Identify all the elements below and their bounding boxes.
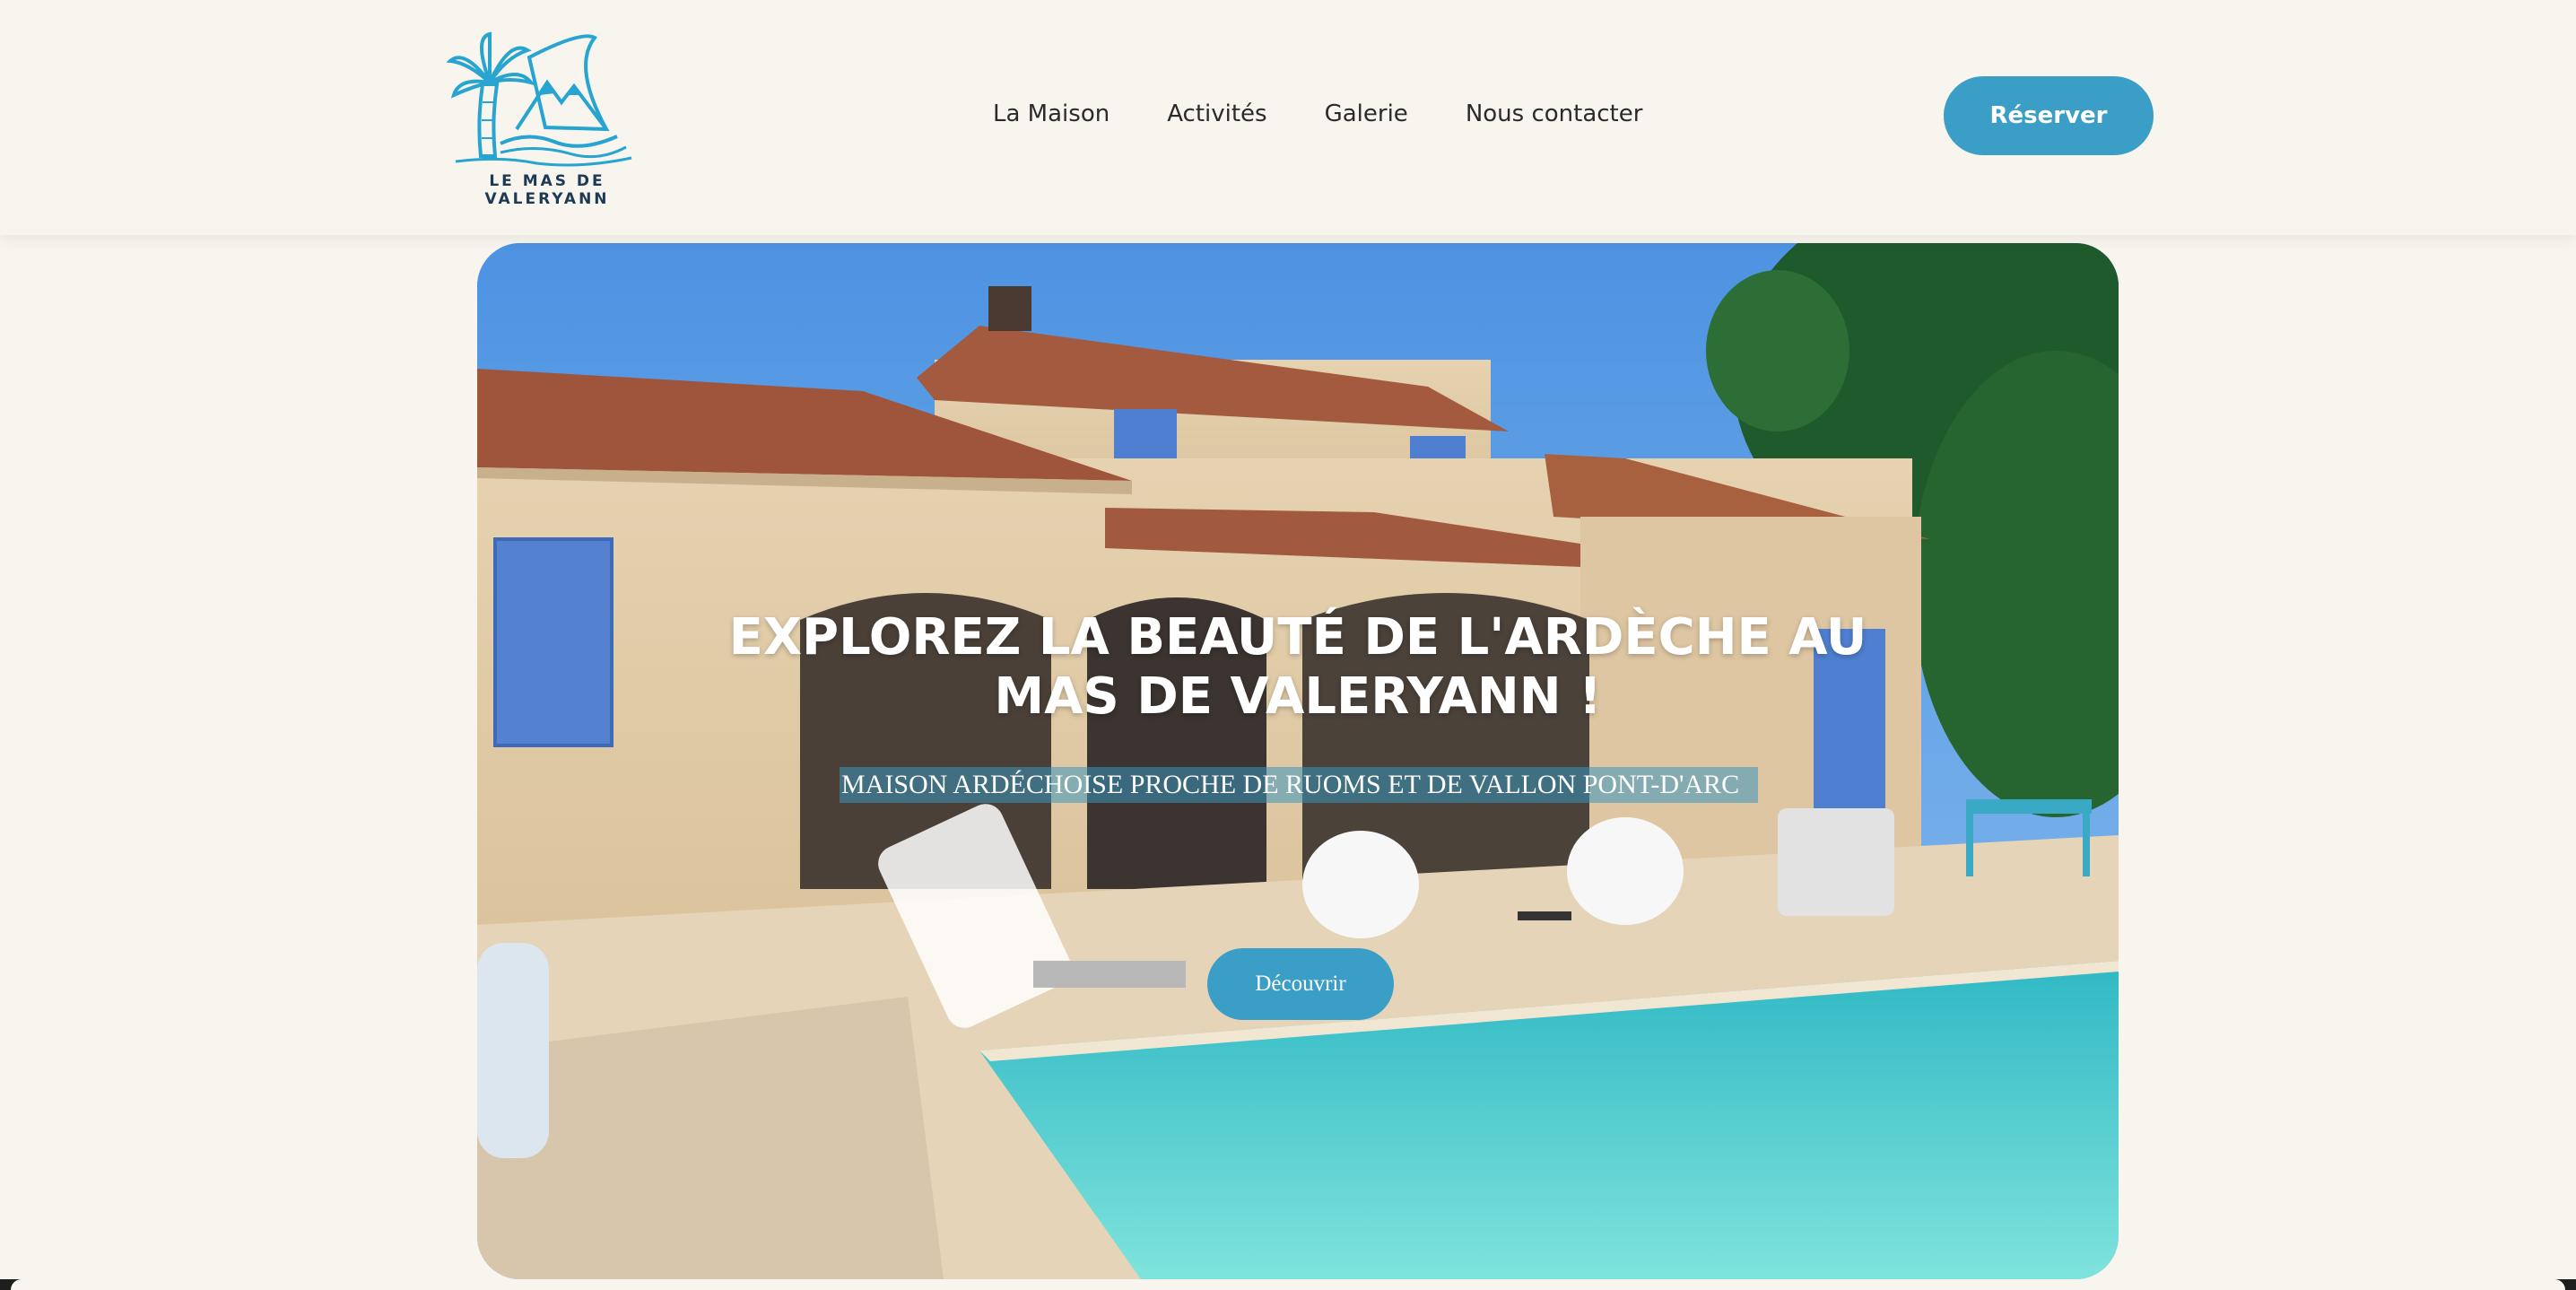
hero-house-pool-image bbox=[477, 243, 2119, 1279]
nav-item-la-maison[interactable]: La Maison bbox=[993, 100, 1110, 127]
nav-item-galerie[interactable]: Galerie bbox=[1325, 100, 1408, 127]
page-bottom-strip bbox=[11, 1279, 2565, 1290]
reserve-button[interactable]: Réserver bbox=[1944, 76, 2154, 155]
site-header: LE MAS DE VALERYANN La Maison Activités … bbox=[0, 0, 2576, 235]
hero-banner: EXPLOREZ LA BEAUTÉ DE L'ARDÈCHE AU MAS D… bbox=[477, 243, 2119, 1279]
nav-item-nous-contacter[interactable]: Nous contacter bbox=[1466, 100, 1643, 127]
hero-subtitle: MAISON ARDÉCHOISE PROCHE DE RUOMS ET DE … bbox=[840, 767, 1758, 803]
palm-island-logo-icon bbox=[447, 31, 632, 167]
brand-name: LE MAS DE VALERYANN bbox=[484, 172, 610, 208]
hero-title: EXPLOREZ LA BEAUTÉ DE L'ARDÈCHE AU MAS D… bbox=[477, 608, 2119, 727]
main-nav: La Maison Activités Galerie Nous contact… bbox=[993, 100, 1642, 127]
brand-logo[interactable]: LE MAS DE VALERYANN bbox=[439, 27, 655, 208]
discover-button[interactable]: Découvrir bbox=[1207, 948, 1394, 1020]
nav-item-activites[interactable]: Activités bbox=[1167, 100, 1266, 127]
hero-title-line-1: EXPLOREZ LA BEAUTÉ DE L'ARDÈCHE AU bbox=[728, 608, 1867, 667]
hero-title-line-2: MAS DE VALERYANN ! bbox=[994, 667, 1602, 726]
